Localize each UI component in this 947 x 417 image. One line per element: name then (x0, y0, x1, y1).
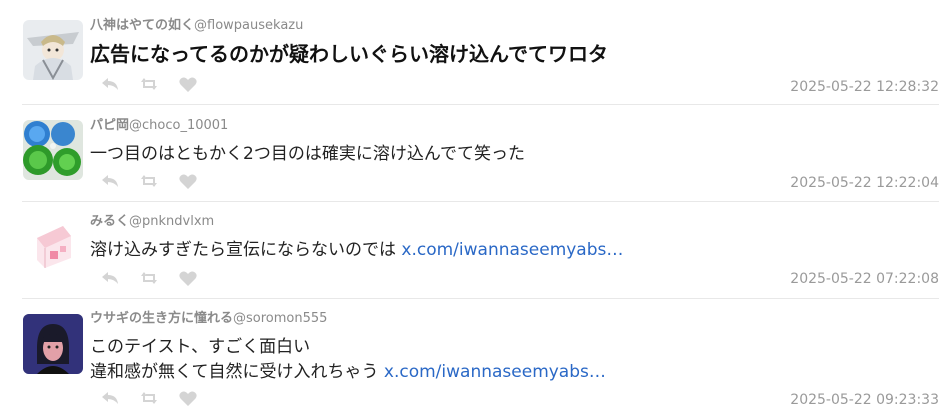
tweet-text-line: 違和感が無くて自然に受け入れちゃう (90, 362, 384, 382)
heart-icon (179, 77, 197, 92)
reply-icon (102, 78, 118, 90)
tweet-link[interactable]: x.com/iwannaseemyabs… (401, 240, 623, 260)
heart-icon (179, 174, 197, 189)
heart-icon (179, 391, 197, 406)
like-button[interactable] (178, 173, 198, 189)
avatar[interactable] (23, 216, 83, 276)
timestamp[interactable]: 2025-05-22 12:28:32 (790, 79, 939, 95)
tweet-feed: 八神はやての如く@flowpausekazu 広告になってるのかが疑わしいぐらい… (0, 0, 947, 417)
like-button[interactable] (178, 270, 198, 286)
avatar[interactable] (23, 20, 83, 80)
user-handle[interactable]: @flowpausekazu (194, 18, 303, 33)
tweet-text-line: このテイスト、すごく面白い (90, 337, 311, 357)
tweet-header: ウサギの生き方に憧れる@soromon555 (90, 311, 327, 327)
retweet-button[interactable] (139, 76, 159, 92)
reply-icon (102, 392, 118, 404)
timestamp[interactable]: 2025-05-22 09:23:33 (790, 392, 939, 408)
tweet-item: ウサギの生き方に憧れる@soromon555 このテイスト、すごく面白い 違和感… (0, 299, 947, 417)
user-name[interactable]: 八神はやての如く (90, 18, 194, 33)
retweet-icon (141, 78, 157, 90)
like-button[interactable] (178, 390, 198, 406)
tweet-header: 八神はやての如く@flowpausekazu (90, 18, 303, 34)
user-name[interactable]: パピ岡 (90, 118, 129, 133)
tweet-text-line: 一つ目のはともかく2つ目のは確実に溶け込んでて笑った (90, 144, 525, 164)
tweet-link[interactable]: x.com/iwannaseemyabs… (384, 362, 606, 382)
tweet-text-line: 広告になってるのかが疑わしいぐらい溶け込んでてワロタ (90, 42, 608, 66)
reply-icon (102, 272, 118, 284)
tweet-text-line-wrapper: 違和感が無くて自然に受け入れちゃう x.com/iwannaseemyabs… (90, 360, 606, 385)
tweet-text: 一つ目のはともかく2つ目のは確実に溶け込んでて笑った (90, 142, 525, 167)
tweet-actions (100, 390, 217, 406)
retweet-icon (141, 392, 157, 404)
avatar[interactable] (23, 314, 83, 374)
reply-button[interactable] (100, 270, 120, 286)
avatar[interactable] (23, 120, 83, 180)
reply-icon (102, 175, 118, 187)
tweet-actions (100, 270, 217, 286)
timestamp[interactable]: 2025-05-22 12:22:04 (790, 175, 939, 191)
timestamp[interactable]: 2025-05-22 07:22:08 (790, 271, 939, 287)
user-handle[interactable]: @soromon555 (233, 311, 327, 326)
retweet-button[interactable] (139, 390, 159, 406)
tweet-text: 溶け込みすぎたら宣伝にならないのでは x.com/iwannaseemyabs… (90, 238, 623, 263)
user-name[interactable]: ウサギの生き方に憧れる (90, 311, 233, 326)
tweet-text-line: 溶け込みすぎたら宣伝にならないのでは (90, 240, 402, 260)
like-button[interactable] (178, 76, 198, 92)
user-handle[interactable]: @choco_10001 (129, 118, 228, 133)
tweet-item: 八神はやての如く@flowpausekazu 広告になってるのかが疑わしいぐらい… (0, 0, 947, 104)
tweet-item: みるく@pnkndvlxm 溶け込みすぎたら宣伝にならないのでは x.com/i… (0, 202, 947, 298)
retweet-button[interactable] (139, 173, 159, 189)
reply-button[interactable] (100, 390, 120, 406)
tweet-actions (100, 76, 217, 92)
tweet-item: パピ岡@choco_10001 一つ目のはともかく2つ目のは確実に溶け込んでて笑… (0, 105, 947, 201)
tweet-actions (100, 173, 217, 189)
reply-button[interactable] (100, 173, 120, 189)
retweet-button[interactable] (139, 270, 159, 286)
tweet-text: 広告になってるのかが疑わしいぐらい溶け込んでてワロタ (90, 42, 608, 67)
reply-button[interactable] (100, 76, 120, 92)
retweet-icon (141, 175, 157, 187)
heart-icon (179, 271, 197, 286)
user-name[interactable]: みるく (90, 214, 129, 229)
user-handle[interactable]: @pnkndvlxm (129, 214, 214, 229)
tweet-text: このテイスト、すごく面白い 違和感が無くて自然に受け入れちゃう x.com/iw… (90, 335, 606, 385)
retweet-icon (141, 272, 157, 284)
tweet-header: みるく@pnkndvlxm (90, 214, 214, 230)
tweet-header: パピ岡@choco_10001 (90, 118, 228, 134)
